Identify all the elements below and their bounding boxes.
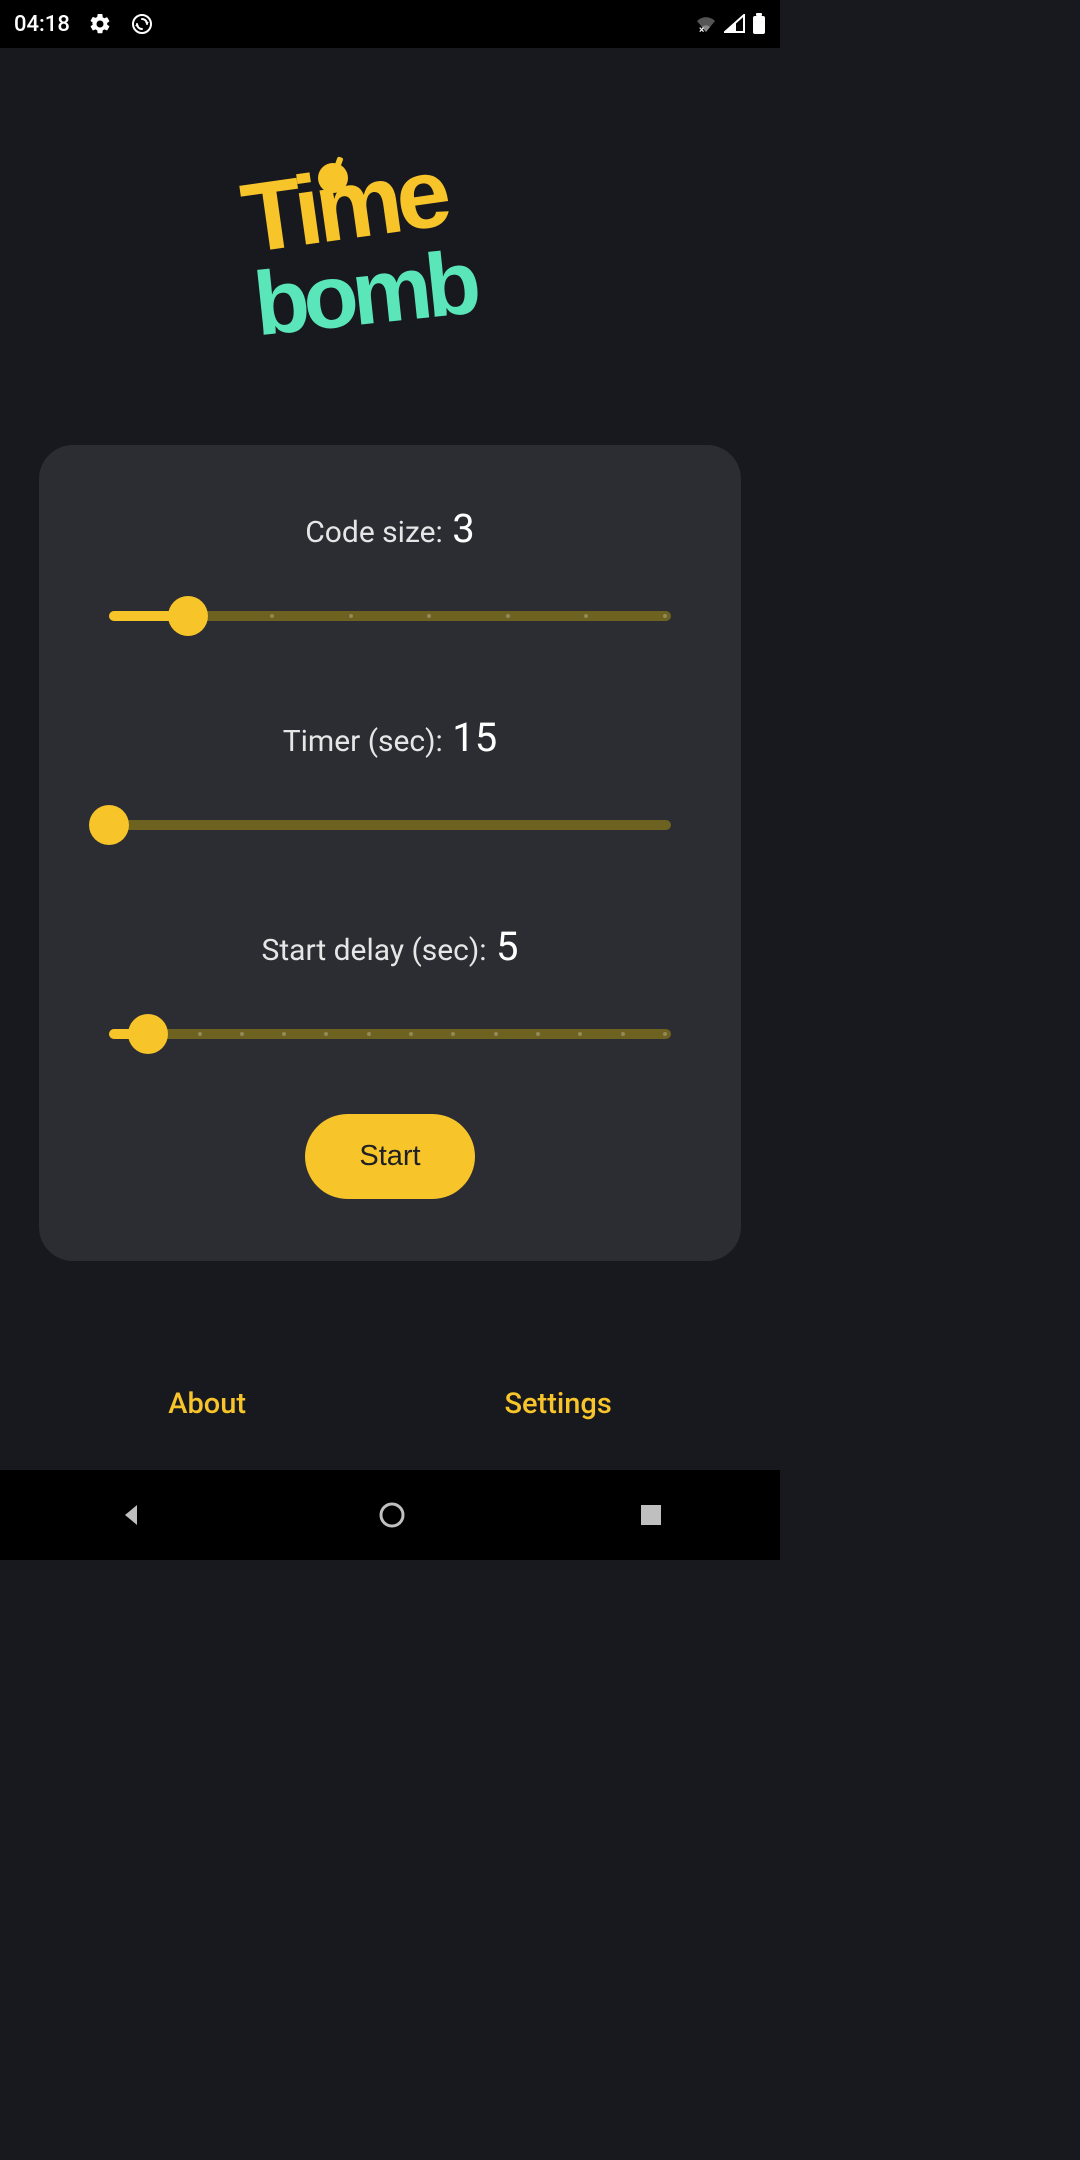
start-button[interactable]: Start xyxy=(305,1114,474,1199)
about-link[interactable]: About xyxy=(168,1387,246,1421)
timer-control: Timer (sec): 15 xyxy=(109,714,671,845)
status-time: 04:18 xyxy=(14,12,70,37)
svg-text:×: × xyxy=(699,25,704,34)
gear-icon xyxy=(88,12,112,36)
signal-icon xyxy=(724,14,746,34)
code-size-slider[interactable] xyxy=(109,596,671,636)
nav-bar xyxy=(0,1470,780,1560)
app-screen: Time bomb Code size: 3 Timer (sec): 15 xyxy=(0,48,780,1470)
start-delay-label: Start delay (sec): 5 xyxy=(109,923,671,970)
battery-icon xyxy=(752,13,766,35)
settings-card: Code size: 3 Timer (sec): 15 xyxy=(39,445,741,1261)
sync-icon xyxy=(130,12,154,36)
app-logo: Time bomb xyxy=(240,153,540,353)
start-delay-control: Start delay (sec): 5 xyxy=(109,923,671,1054)
settings-link[interactable]: Settings xyxy=(504,1387,611,1421)
code-size-label: Code size: 3 xyxy=(109,505,671,552)
nav-back-button[interactable] xyxy=(117,1501,145,1529)
wifi-icon: × xyxy=(694,14,718,34)
code-size-control: Code size: 3 xyxy=(109,505,671,636)
timer-slider[interactable] xyxy=(109,805,671,845)
nav-home-button[interactable] xyxy=(379,1502,405,1528)
start-delay-slider[interactable] xyxy=(109,1014,671,1054)
nav-recent-button[interactable] xyxy=(639,1503,663,1527)
timer-label: Timer (sec): 15 xyxy=(109,714,671,761)
status-bar: 04:18 × xyxy=(0,0,780,48)
footer-links: About Settings xyxy=(39,1387,741,1421)
